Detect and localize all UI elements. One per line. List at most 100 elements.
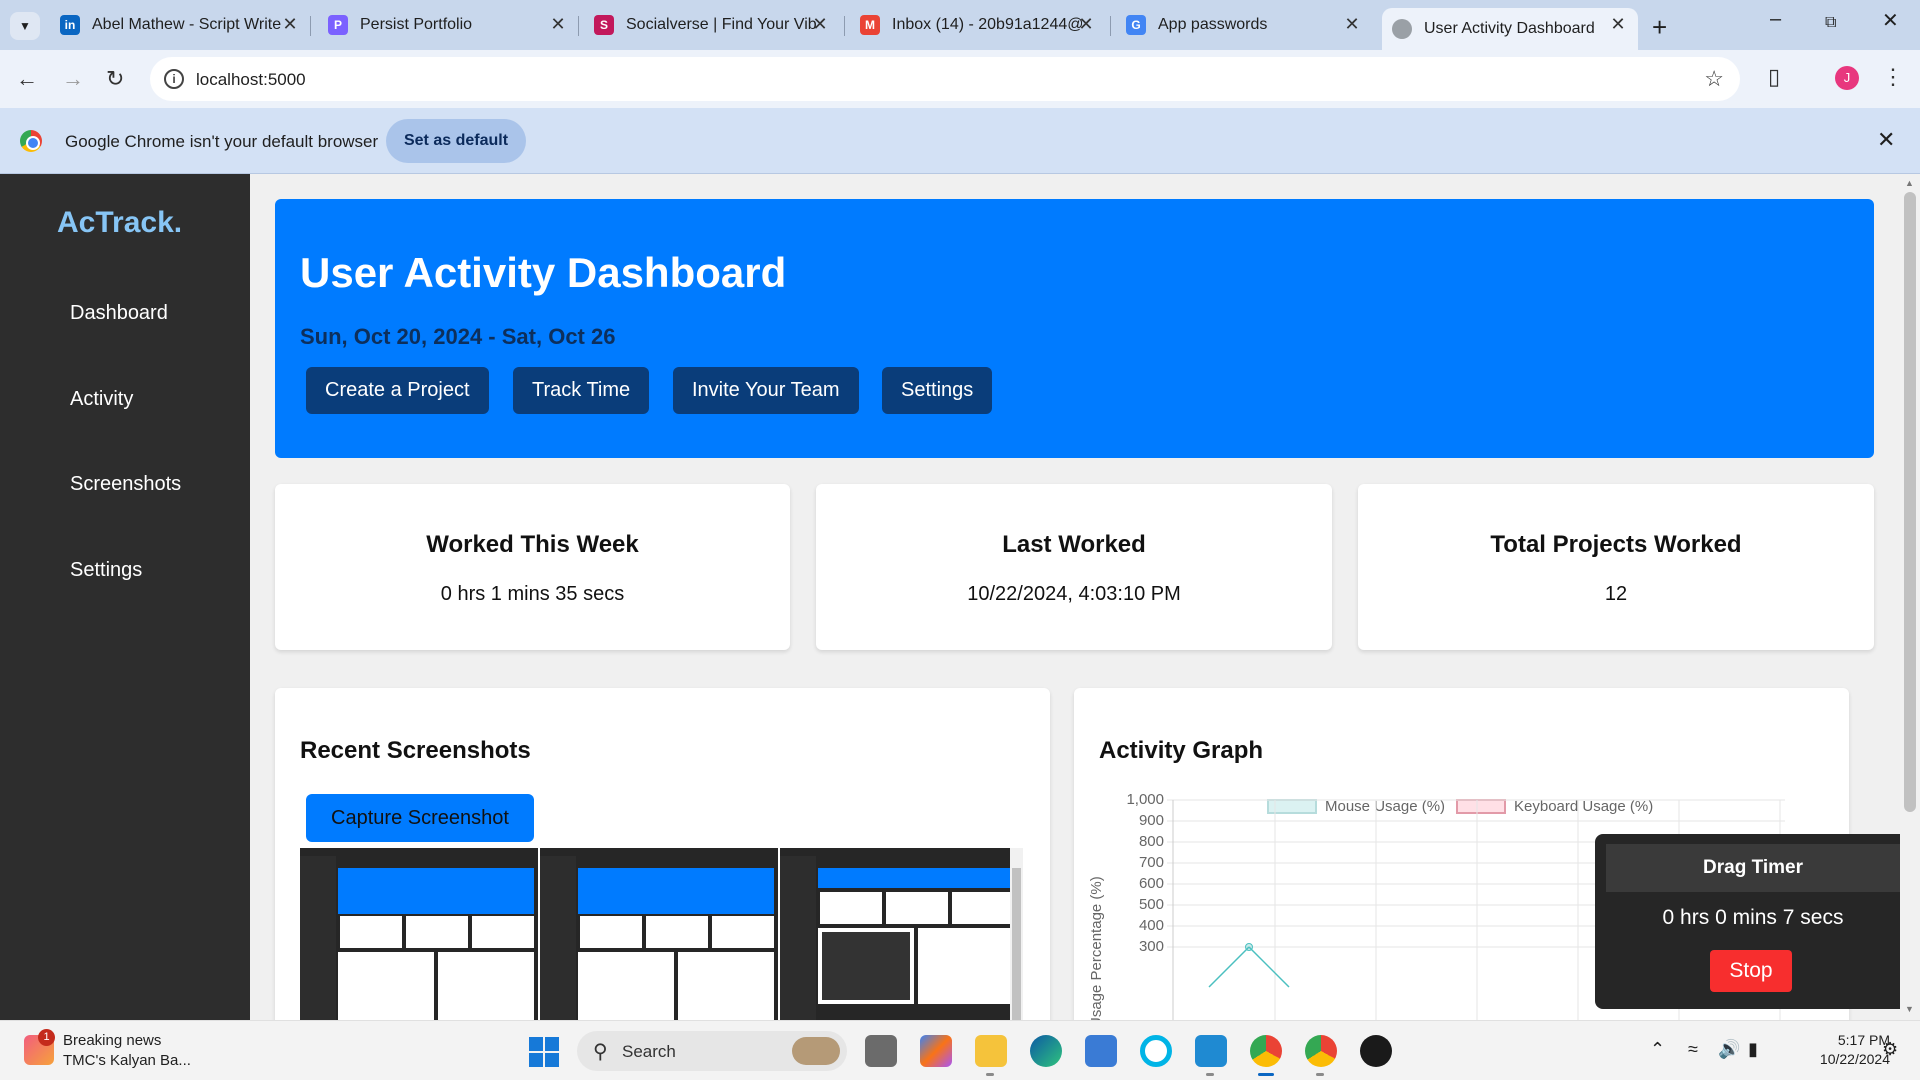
alexa-icon[interactable]	[1140, 1035, 1172, 1067]
search-icon: ⚲	[593, 1041, 608, 1063]
bookmark-star-icon[interactable]: ☆	[1704, 66, 1724, 92]
dashboard-header: User Activity Dashboard Sun, Oct 20, 202…	[275, 199, 1874, 458]
tab-title: Persist Portfolio	[360, 16, 473, 33]
date-range: Sun, Oct 20, 2024 - Sat, Oct 26	[300, 324, 616, 349]
file-explorer-icon[interactable]	[975, 1035, 1007, 1067]
set-as-default-button[interactable]: Set as default	[386, 119, 526, 163]
new-tab-button[interactable]: +	[1652, 12, 1667, 43]
recent-screenshots-panel: Recent Screenshots Capture Screenshot	[275, 688, 1050, 1020]
volume-icon[interactable]: 🔊	[1718, 1039, 1740, 1060]
legend-label: Mouse Usage (%)	[1325, 798, 1446, 815]
chrome-logo-icon	[20, 130, 42, 152]
gallery-scrollbar[interactable]	[1010, 848, 1023, 1020]
default-browser-infobar: Google Chrome isn't your default browser…	[0, 108, 1920, 174]
stat-value: 10/22/2024, 4:03:10 PM	[967, 583, 1181, 605]
screenshot-thumbnail[interactable]	[780, 848, 1018, 1020]
extensions-icon[interactable]: ▯	[1768, 64, 1780, 90]
clock-date[interactable]: 10/22/2024	[1790, 1051, 1890, 1067]
clock-time[interactable]: 5:17 PM	[1810, 1032, 1890, 1048]
series-line	[1248, 946, 1290, 988]
tab-search-button[interactable]: ▼	[10, 12, 40, 40]
search-label: Search	[622, 1042, 676, 1061]
close-icon[interactable]: ✕	[1076, 14, 1096, 35]
stat-title: Worked This Week	[426, 531, 639, 558]
profile-avatar[interactable]: J	[1835, 66, 1859, 90]
socialverse-icon: S	[594, 15, 614, 35]
page-scrollbar[interactable]: ▲ ▼	[1900, 174, 1920, 1020]
windows-start-icon[interactable]	[529, 1037, 559, 1067]
tab-gmail[interactable]: M Inbox (14) - 20b91a1244@ ✕	[860, 8, 1096, 42]
stat-value: 0 hrs 1 mins 35 secs	[440, 583, 625, 605]
tab-persist[interactable]: P Persist Portfolio ✕	[328, 8, 568, 42]
screenshot-thumbnail[interactable]	[540, 848, 778, 1020]
reload-icon[interactable]: ↻	[106, 66, 124, 92]
battery-icon[interactable]: ▮	[1748, 1039, 1758, 1060]
scrollbar-thumb[interactable]	[1904, 192, 1916, 812]
legend-keyboard[interactable]: Keyboard Usage (%)	[1456, 798, 1653, 815]
screenshot-gallery[interactable]	[300, 848, 1023, 1020]
browser-toolbar: ← → ↻ i localhost:5000 ☆ ▯ ⋮	[0, 50, 1920, 108]
sidebar-item-dashboard[interactable]: Dashboard	[70, 302, 168, 325]
tab-app-passwords[interactable]: G App passwords ✕	[1126, 8, 1362, 42]
tab-user-activity-dashboard[interactable]: User Activity Dashboard ✕	[1382, 8, 1638, 50]
vscode-icon[interactable]	[1195, 1035, 1227, 1067]
copilot-icon[interactable]	[920, 1035, 952, 1067]
close-icon[interactable]: ✕	[280, 14, 300, 35]
legend-mouse[interactable]: Mouse Usage (%)	[1267, 798, 1445, 815]
close-icon[interactable]: ✕	[1342, 14, 1362, 35]
track-time-button[interactable]: Track Time	[513, 367, 650, 414]
mongodb-compass-icon[interactable]	[1360, 1035, 1392, 1067]
tab-socialverse[interactable]: S Socialverse | Find Your Vibe ✕	[594, 8, 830, 42]
y-tick-label: 1,000	[1126, 791, 1164, 808]
sidebar-item-settings[interactable]: Settings	[70, 559, 142, 582]
restore-icon[interactable]: ⧉	[1825, 14, 1836, 32]
url-text[interactable]: localhost:5000	[196, 70, 306, 90]
y-tick-label: 800	[1138, 833, 1164, 850]
forward-icon[interactable]: →	[62, 66, 84, 92]
menu-icon[interactable]: ⋮	[1882, 64, 1904, 90]
close-icon[interactable]: ✕	[1608, 14, 1628, 35]
chrome-profile-icon[interactable]	[1305, 1035, 1337, 1067]
notifications-icon[interactable]: ⚙	[1882, 1039, 1898, 1060]
infobar-message: Google Chrome isn't your default browser	[65, 132, 379, 151]
tab-title: Abel Mathew - Script Writer	[92, 16, 282, 33]
news-subtitle[interactable]: TMC's Kalyan Ba...	[63, 1052, 191, 1069]
site-info-icon[interactable]: i	[164, 69, 184, 89]
tray-overflow-icon[interactable]: ⌃	[1650, 1039, 1665, 1060]
stat-title: Last Worked	[1002, 531, 1146, 558]
window-close-icon[interactable]: ✕	[1882, 8, 1899, 33]
capture-screenshot-button[interactable]: Capture Screenshot	[306, 794, 534, 842]
sidebar-item-activity[interactable]: Activity	[70, 388, 133, 411]
sidebar: AcTrack. Dashboard Activity Screenshots …	[0, 174, 250, 1020]
settings-button[interactable]: Settings	[882, 367, 993, 414]
tab-separator	[310, 16, 311, 36]
tab-linkedin[interactable]: in Abel Mathew - Script Writer ✕	[60, 8, 300, 42]
stop-button[interactable]: Stop	[1710, 950, 1792, 992]
news-title[interactable]: Breaking news	[63, 1032, 161, 1049]
brand-logo: AcTrack.	[57, 206, 183, 239]
drag-timer[interactable]: Drag Timer 0 hrs 0 mins 7 secs Stop	[1595, 834, 1900, 1009]
create-project-button[interactable]: Create a Project	[306, 367, 489, 414]
legend-swatch	[1267, 799, 1317, 814]
stat-title: Total Projects Worked	[1490, 531, 1742, 558]
y-axis-label: Usage Percentage (%)	[1088, 876, 1105, 1020]
close-icon[interactable]: ✕	[548, 14, 568, 35]
wifi-icon[interactable]: ≈	[1688, 1039, 1698, 1060]
stat-value: 12	[1604, 583, 1628, 605]
edge-icon[interactable]	[1030, 1035, 1062, 1067]
store-icon[interactable]	[1085, 1035, 1117, 1067]
invite-team-button[interactable]: Invite Your Team	[673, 367, 859, 414]
minimize-icon[interactable]: –	[1770, 8, 1781, 31]
task-view-icon[interactable]	[865, 1035, 897, 1067]
chrome-icon[interactable]	[1250, 1035, 1282, 1067]
infobar-close-icon[interactable]: ✕	[1877, 127, 1895, 153]
sidebar-item-screenshots[interactable]: Screenshots	[70, 473, 181, 496]
tab-title: Inbox (14) - 20b91a1244@	[892, 16, 1082, 33]
address-bar[interactable]: i localhost:5000 ☆	[150, 57, 1740, 101]
screenshot-thumbnail[interactable]	[300, 848, 538, 1020]
taskbar-search[interactable]: ⚲ Search	[577, 1031, 847, 1071]
back-icon[interactable]: ←	[16, 66, 38, 92]
timer-title[interactable]: Drag Timer	[1606, 844, 1900, 892]
close-icon[interactable]: ✕	[810, 14, 830, 35]
stat-card-last-worked: Last Worked 10/22/2024, 4:03:10 PM	[816, 484, 1332, 650]
